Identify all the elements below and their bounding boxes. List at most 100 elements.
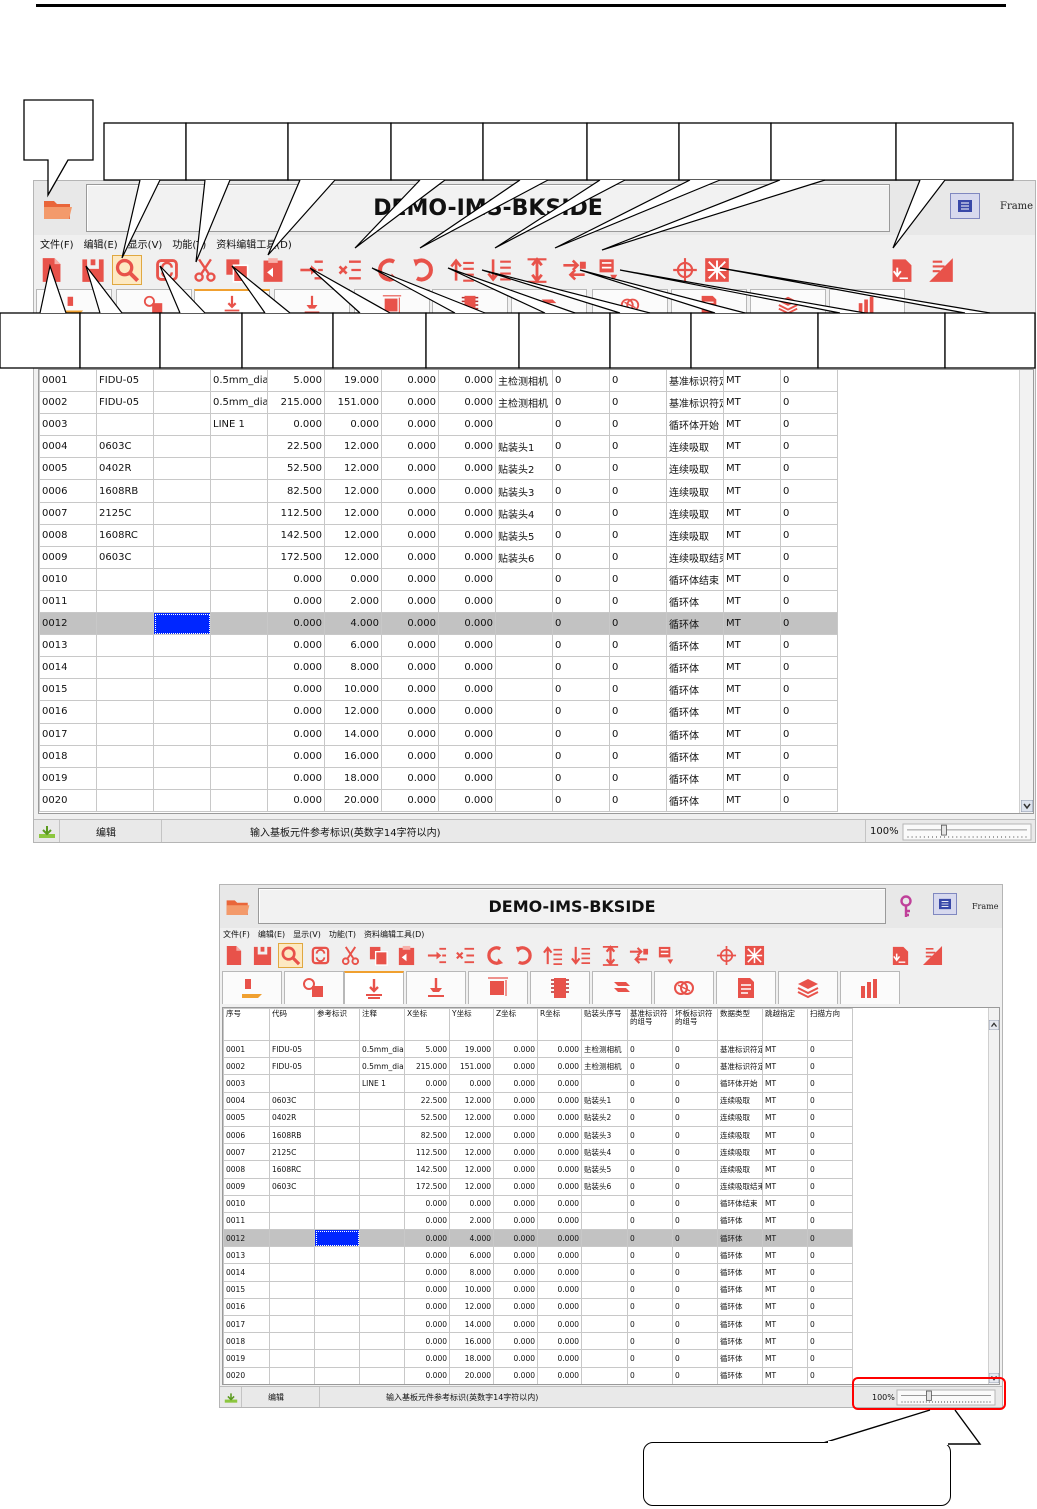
- table-cell[interactable]: 0016: [39, 700, 97, 724]
- table-row[interactable]: 0017 0.000 14.000 0.000 0.000 0 0 循环体 MT 0: [223, 1314, 853, 1334]
- table-cell[interactable]: [153, 567, 211, 591]
- table-cell[interactable]: [153, 656, 211, 680]
- table-cell[interactable]: 0015: [39, 678, 97, 702]
- table-cell[interactable]: 0: [609, 370, 667, 393]
- table-cell[interactable]: 0: [627, 1108, 673, 1127]
- table-cell[interactable]: [314, 1229, 360, 1248]
- table-cell[interactable]: [269, 1280, 315, 1299]
- table-cell[interactable]: 循环体: [717, 1314, 763, 1334]
- table-cell[interactable]: [359, 1263, 405, 1282]
- table-cell[interactable]: 18.000: [324, 766, 382, 790]
- table-cell[interactable]: 0.000: [493, 1229, 538, 1248]
- table-cell[interactable]: 172.500: [267, 545, 325, 569]
- table-cell[interactable]: 0: [807, 1314, 853, 1334]
- table-cell[interactable]: MT: [723, 370, 781, 393]
- table-cell[interactable]: 0.000: [537, 1314, 582, 1334]
- table-cell[interactable]: MT: [723, 589, 781, 614]
- table-row[interactable]: 0007 2125C 112.500 12.000 0.000 0.000 贴装头4 0 0 连续…: [223, 1143, 853, 1162]
- table-cell[interactable]: 0: [807, 1108, 853, 1127]
- table-row[interactable]: 0014 0.000 8.000 0.000 0.000 0 0 循环体 MT 0: [223, 1263, 853, 1282]
- table-cell[interactable]: 循环体: [666, 722, 724, 746]
- column-header[interactable]: Z坐标: [493, 1008, 538, 1041]
- table-cell[interactable]: [359, 1091, 405, 1110]
- table-cell[interactable]: 0: [672, 1057, 718, 1076]
- table-cell[interactable]: [581, 1314, 628, 1334]
- tab-placement[interactable]: [222, 971, 282, 1004]
- crosshair-button[interactable]: [714, 943, 739, 968]
- table-cell[interactable]: [495, 722, 553, 746]
- table-row[interactable]: 0003 LINE 1 0.000 0.000 0.000 0.000 0 0 循环体开始 MT 0: [39, 413, 838, 437]
- table-cell[interactable]: 0.000: [493, 1160, 538, 1179]
- table-cell[interactable]: 连续吸取: [666, 457, 724, 481]
- table-cell[interactable]: MT: [762, 1177, 808, 1196]
- table-cell[interactable]: [314, 1314, 360, 1334]
- sort-ascending-button[interactable]: [540, 943, 565, 968]
- table-cell[interactable]: 循环体: [666, 744, 724, 768]
- table-row[interactable]: 0013 0.000 6.000 0.000 0.000 0 0 循环体 MT 0: [223, 1246, 853, 1265]
- table-cell[interactable]: 0: [552, 479, 610, 503]
- table-cell[interactable]: 基准标识符定位: [666, 391, 724, 415]
- table-cell[interactable]: 20.000: [449, 1366, 494, 1384]
- scroll-up-icon[interactable]: [989, 1020, 999, 1030]
- table-cell[interactable]: [495, 656, 553, 680]
- table-cell[interactable]: 0.000: [438, 370, 496, 393]
- table-cell[interactable]: 0: [609, 678, 667, 702]
- table-cell[interactable]: 142.500: [404, 1160, 450, 1179]
- insert-row-button[interactable]: [296, 255, 326, 285]
- move-data-button[interactable]: [626, 943, 651, 968]
- table-cell[interactable]: MT: [723, 612, 781, 636]
- table-cell[interactable]: MT: [723, 722, 781, 746]
- table-cell[interactable]: [210, 744, 268, 768]
- table-cell[interactable]: 16.000: [449, 1332, 494, 1351]
- table-row[interactable]: 0018 0.000 16.000 0.000 0.000 0 0 循环体 MT 0: [39, 744, 838, 768]
- table-cell[interactable]: 0: [672, 1143, 718, 1162]
- table-cell[interactable]: 基准标识符定位: [666, 370, 724, 393]
- table-cell[interactable]: [269, 1263, 315, 1282]
- table-cell[interactable]: 0: [609, 656, 667, 680]
- table-cell[interactable]: 19.000: [324, 370, 382, 393]
- export-file-button[interactable]: [887, 255, 917, 285]
- table-cell[interactable]: 0: [672, 1229, 718, 1248]
- table-cell[interactable]: 0.000: [404, 1074, 450, 1093]
- table-cell[interactable]: 0: [672, 1091, 718, 1110]
- table-cell[interactable]: [314, 1246, 360, 1265]
- table-cell[interactable]: 0013: [39, 634, 97, 658]
- table-row[interactable]: 0005 0402R 52.500 12.000 0.000 0.000 贴装头2 0 0 连续吸…: [39, 457, 838, 481]
- table-cell[interactable]: 0.000: [438, 612, 496, 636]
- table-cell[interactable]: [495, 612, 553, 636]
- tab-tape[interactable]: [592, 971, 652, 1004]
- table-cell[interactable]: 0: [807, 1039, 853, 1059]
- table-cell[interactable]: 5.000: [404, 1039, 450, 1059]
- table-cell[interactable]: 0.000: [493, 1057, 538, 1076]
- table-cell[interactable]: MT: [723, 744, 781, 768]
- table-cell[interactable]: 52.500: [267, 457, 325, 481]
- table-cell[interactable]: 0008: [39, 523, 97, 547]
- table-cell[interactable]: [153, 501, 211, 525]
- table-cell[interactable]: MT: [762, 1229, 808, 1248]
- table-row[interactable]: 0014 0.000 8.000 0.000 0.000 0 0 循环体 MT 0: [39, 656, 838, 680]
- menu-edit[interactable]: 编辑(E): [258, 929, 285, 940]
- table-cell[interactable]: 0.000: [438, 634, 496, 658]
- table-cell[interactable]: 0603C: [96, 545, 154, 569]
- find-replace-button[interactable]: [152, 255, 182, 285]
- table-cell[interactable]: 151.000: [324, 391, 382, 415]
- table-cell[interactable]: 0: [552, 656, 610, 680]
- table-cell[interactable]: 0: [807, 1194, 853, 1213]
- table-cell[interactable]: 0.000: [537, 1160, 582, 1179]
- table-cell[interactable]: 0: [627, 1057, 673, 1076]
- table-cell[interactable]: 0.000: [537, 1263, 582, 1282]
- table-cell[interactable]: 0: [552, 766, 610, 790]
- table-cell[interactable]: 0: [627, 1314, 673, 1334]
- table-row[interactable]: 0008 1608RC 142.500 12.000 0.000 0.000 贴装头5 0 0 连…: [223, 1160, 853, 1179]
- export-file-button[interactable]: [888, 943, 913, 968]
- optimize-button[interactable]: [702, 255, 732, 285]
- table-cell[interactable]: MT: [762, 1108, 808, 1127]
- table-row[interactable]: 0009 0603C 172.500 12.000 0.000 0.000 贴装头6 0 0 连续…: [223, 1177, 853, 1196]
- tab-component[interactable]: [116, 289, 192, 319]
- undo-button[interactable]: [372, 255, 402, 285]
- table-cell[interactable]: [495, 744, 553, 768]
- table-cell[interactable]: 0: [807, 1263, 853, 1282]
- table-cell[interactable]: 0.000: [537, 1143, 582, 1162]
- table-cell[interactable]: 贴装头1: [581, 1091, 628, 1110]
- table-cell[interactable]: [269, 1297, 315, 1317]
